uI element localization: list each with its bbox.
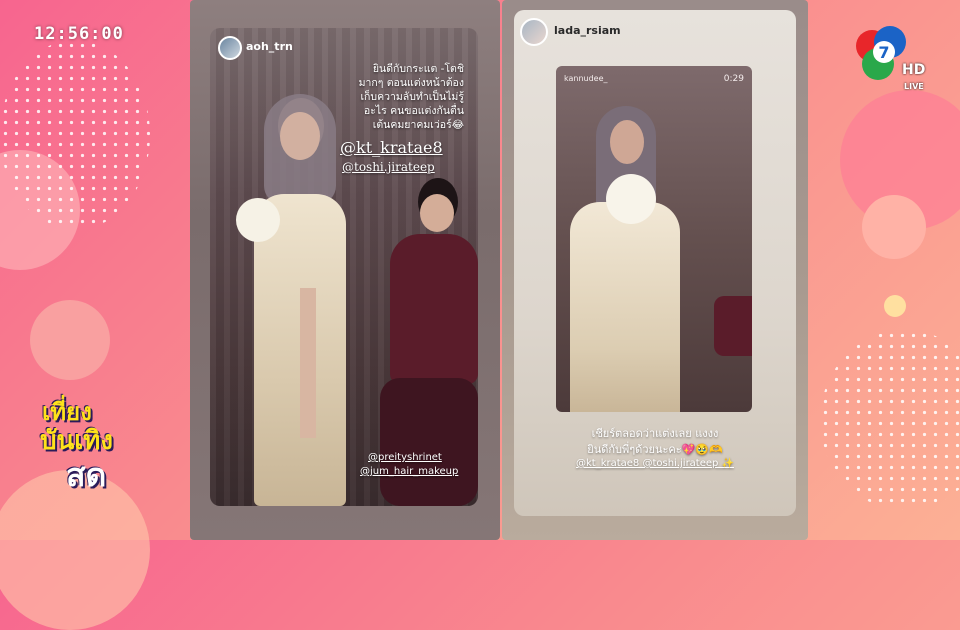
bride-figure-video (566, 106, 686, 412)
bg-dots-right (820, 330, 960, 510)
right-caption-tags[interactable]: @kt_kratae8 @toshi.jirateep ✨ (514, 458, 796, 469)
bg-dots-left (0, 40, 150, 230)
bg-circle-right-3 (884, 295, 906, 317)
video-timer: 0:29 (723, 74, 744, 84)
caption-line: มากๆ ตอนแต่งหน้าต้อง (358, 77, 464, 89)
reposted-video[interactable]: kannudee_ 0:29 (556, 66, 752, 412)
left-story-avatar[interactable] (218, 36, 242, 60)
show-logo: เที่ยง บันเทิง สด (40, 392, 180, 502)
caption-line: อะไร คนขอแต่งกันตื่น (363, 105, 464, 117)
show-logo-line3: สด (66, 456, 107, 494)
right-story-username[interactable]: lada_rsiam (554, 24, 621, 37)
left-story-username[interactable]: aoh_trn (246, 40, 293, 53)
video-username: kannudee_ (564, 74, 608, 83)
mention-jum-hair-makeup[interactable]: @jum_hair_makeup (360, 466, 458, 477)
live-badge: LIVE (904, 82, 924, 91)
hd-badge: HD (902, 62, 926, 78)
right-caption-line2: ยินดีกับพี่ๆด้วยนะคะ💖🥹🫶 (587, 443, 723, 456)
channel-7-logo: 7 HD LIVE (848, 22, 928, 98)
channel-number: 7 (878, 43, 889, 62)
bg-circle-mid-left (30, 300, 110, 380)
clock: 12:56:00 (34, 24, 124, 44)
mention-toshi-jirateep[interactable]: @toshi.jirateep (342, 160, 435, 174)
left-story[interactable]: aoh_trn ยินดีกับกระแต -โตชิ มากๆ ตอนแต่ง… (210, 28, 478, 506)
caption-line: เต้นคมยาคมเว่อร์😂 (372, 119, 464, 131)
caption-line: เก็บความลับทำเป็นไม่รู้ (360, 91, 464, 103)
bg-circle-right-2 (862, 195, 926, 259)
mention-kt-kratae8[interactable]: @kt_kratae8 (340, 138, 443, 157)
right-story-avatar[interactable] (520, 18, 548, 46)
left-story-caption: ยินดีกับกระแต -โตชิ มากๆ ตอนแต่งหน้าต้อง… (314, 62, 464, 132)
mention-preityshrinet[interactable]: @preityshrinet (368, 452, 442, 463)
groom-arm-video (714, 296, 752, 356)
caption-line: ยินดีกับกระแต -โตชิ (372, 63, 464, 75)
